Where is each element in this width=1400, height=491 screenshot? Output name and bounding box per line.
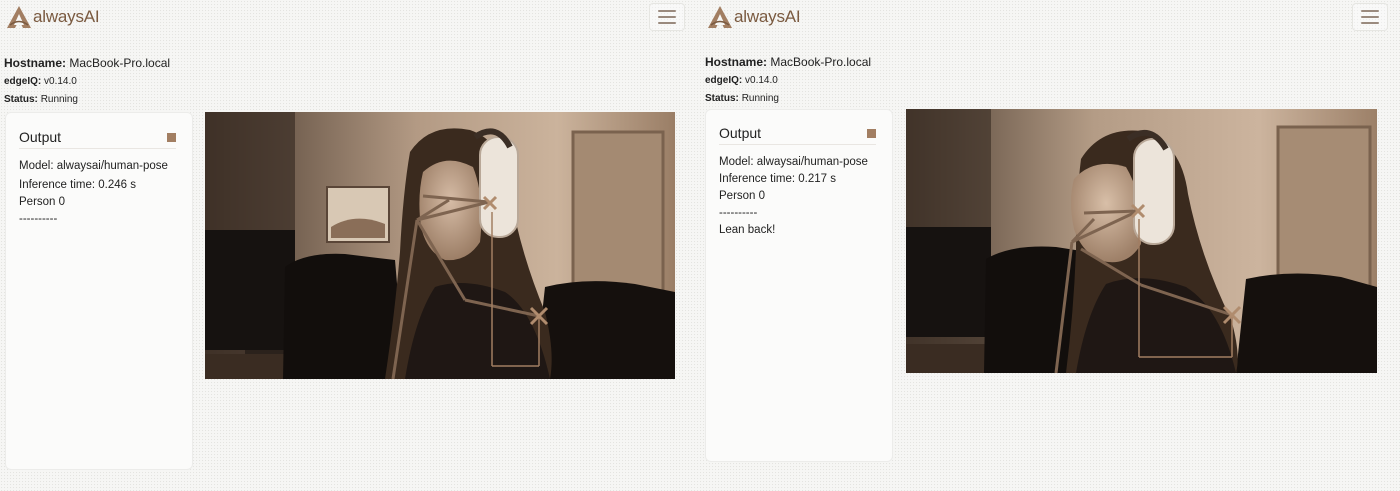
status-row: Status: Running — [4, 94, 170, 108]
headphones — [1133, 138, 1175, 245]
hostname-row: Hostname: MacBook-Pro.local — [705, 55, 871, 71]
edgeiq-label: edgeIQ: — [4, 76, 42, 87]
output-line-model: Model: alwaysai/human-pose — [19, 160, 168, 172]
alwaysai-logo-icon — [708, 6, 732, 28]
output-line-model: Model: alwaysai/human-pose — [719, 156, 868, 168]
brand-name: alwaysAI — [734, 7, 801, 26]
hamburger-menu-icon-bar — [658, 22, 676, 24]
status-label: Status: — [4, 94, 38, 105]
edgeiq-row: edgeIQ: v0.14.0 — [705, 75, 871, 89]
video-stream-image — [906, 109, 1377, 373]
output-line-inference: Inference time: 0.246 s — [19, 179, 136, 191]
device-info: Hostname: MacBook-Pro.local edgeIQ: v0.1… — [705, 55, 871, 107]
output-title: Output — [19, 129, 62, 145]
monitor — [906, 227, 991, 337]
edgeiq-version: v0.14.0 — [44, 76, 77, 87]
stream-panel-right: alwaysAI Hostname: MacBook-Pro.local edg… — [701, 0, 1400, 491]
output-line-person: Person 0 — [19, 196, 66, 208]
output-card: Output Model: alwaysai/human-pose Infere… — [5, 112, 193, 470]
output-line-person: Person 0 — [719, 190, 766, 202]
pose-overlay-frame — [205, 112, 675, 379]
hostname-label: Hostname: — [705, 55, 768, 69]
hamburger-menu-icon-bar — [658, 16, 676, 18]
brand-logo[interactable]: alwaysAI — [707, 5, 801, 29]
output-text: Model: alwaysai/human-pose Inference tim… — [19, 158, 179, 228]
navbar: alwaysAI — [0, 0, 700, 36]
stop-square-icon[interactable] — [167, 133, 176, 142]
output-header: Output — [719, 125, 876, 145]
chair-right — [535, 281, 675, 379]
status-row: Status: Running — [705, 93, 871, 107]
output-line-separator: ---------- — [19, 213, 58, 225]
output-header: Output — [19, 129, 176, 149]
hostname-row: Hostname: MacBook-Pro.local — [4, 56, 170, 72]
edgeiq-label: edgeIQ: — [705, 75, 743, 86]
stop-square-icon[interactable] — [867, 129, 876, 138]
output-line-separator: ---------- — [719, 207, 758, 219]
hamburger-menu-button[interactable] — [649, 3, 685, 31]
chair-right — [1236, 273, 1377, 373]
edgeiq-row: edgeIQ: v0.14.0 — [4, 76, 170, 90]
chair-left — [283, 253, 405, 379]
stream-panel-left: alwaysAI Hostname: MacBook-Pro.local edg… — [0, 0, 700, 491]
edgeiq-version: v0.14.0 — [745, 75, 778, 86]
status-value: Running — [40, 94, 78, 105]
alwaysai-logo-icon — [7, 6, 31, 28]
status-label: Status: — [705, 93, 739, 104]
hamburger-menu-icon — [1361, 10, 1379, 12]
hamburger-menu-icon — [658, 10, 676, 12]
hostname-value: MacBook-Pro.local — [770, 55, 872, 69]
device-info: Hostname: MacBook-Pro.local edgeIQ: v0.1… — [4, 56, 170, 108]
brand-logo[interactable]: alwaysAI — [6, 5, 100, 29]
hamburger-menu-button[interactable] — [1352, 3, 1388, 31]
output-card: Output Model: alwaysai/human-pose Infere… — [705, 109, 893, 462]
hamburger-menu-icon-bar — [1361, 16, 1379, 18]
pose-overlay-frame — [906, 109, 1377, 373]
hostname-value: MacBook-Pro.local — [69, 56, 171, 70]
hamburger-menu-icon-bar — [1361, 22, 1379, 24]
output-title: Output — [719, 125, 762, 141]
brand-name: alwaysAI — [33, 7, 100, 26]
headphones — [479, 136, 519, 238]
status-value: Running — [741, 93, 779, 104]
monitor — [205, 230, 295, 350]
hostname-label: Hostname: — [4, 56, 67, 70]
output-line-inference: Inference time: 0.217 s — [719, 173, 836, 185]
output-text: Model: alwaysai/human-pose Inference tim… — [719, 154, 879, 239]
video-stream-image — [205, 112, 675, 379]
output-line-feedback: Lean back! — [719, 224, 776, 236]
navbar: alwaysAI — [701, 0, 1400, 36]
